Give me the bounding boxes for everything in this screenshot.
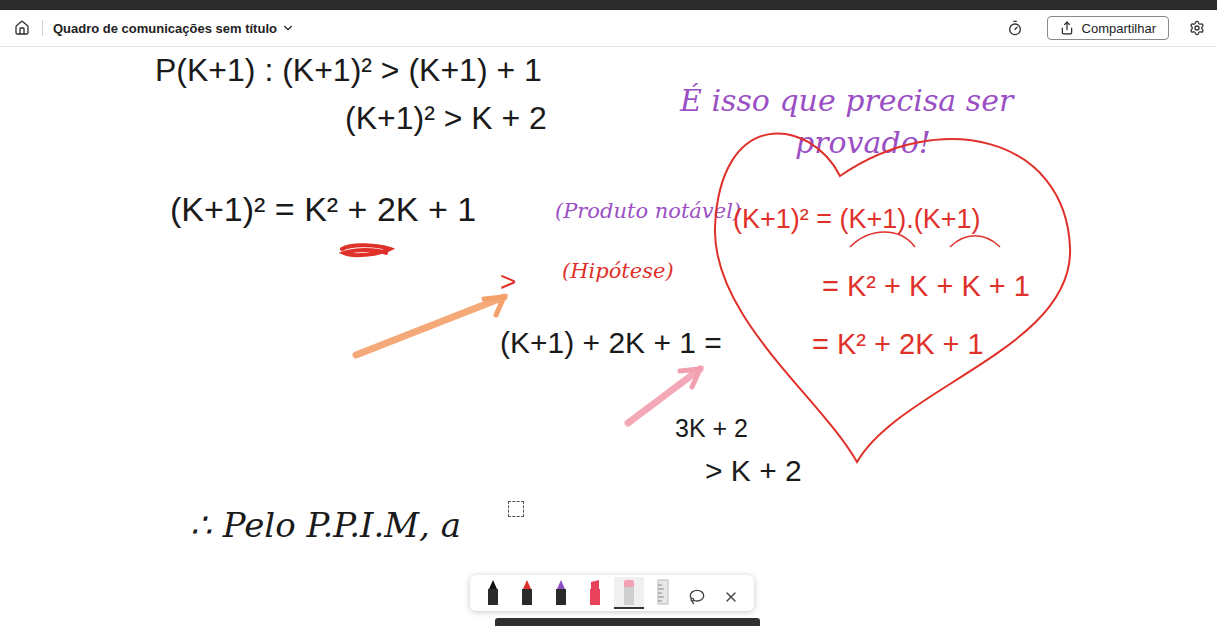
- ruler-tool[interactable]: [648, 577, 678, 609]
- handwritten-text[interactable]: ∴ Pelo P.P.I.M, a: [190, 505, 461, 546]
- board-title-text: Quadro de comunicações sem título: [53, 21, 277, 36]
- handwritten-text[interactable]: >: [500, 265, 516, 299]
- handwritten-text[interactable]: > K + 2: [705, 453, 802, 489]
- pen-icon: [520, 579, 534, 605]
- handwritten-text[interactable]: É isso que precisa ser: [680, 83, 1013, 119]
- divider: [42, 20, 43, 36]
- whiteboard-app: Quadro de comunicações sem título Compart…: [0, 0, 1217, 626]
- handwritten-text[interactable]: (Produto notável): [555, 199, 741, 224]
- handwritten-text[interactable]: (K+1)² = (K+1).(K+1): [733, 203, 981, 235]
- board-title[interactable]: Quadro de comunicações sem título: [53, 21, 295, 36]
- timer-icon: [1007, 20, 1023, 36]
- settings-button[interactable]: [1187, 18, 1207, 38]
- highlighter-icon: [588, 579, 602, 605]
- title-strip: [0, 0, 1217, 10]
- lasso-icon: [689, 589, 705, 605]
- pen-icon: [486, 579, 500, 605]
- ruler-icon: [656, 579, 670, 605]
- chevron-down-icon: [281, 21, 295, 35]
- share-button[interactable]: Compartilhar: [1047, 16, 1169, 40]
- home-icon: [14, 20, 30, 36]
- pen-tool[interactable]: [478, 577, 508, 609]
- pen-tool[interactable]: [546, 577, 576, 609]
- handwritten-text[interactable]: = K² + K + K + 1: [822, 269, 1030, 304]
- handwritten-text[interactable]: (Hipótese): [562, 259, 674, 284]
- eraser-icon: [622, 579, 636, 605]
- arrow-drawing[interactable]: [350, 291, 510, 361]
- selection-box[interactable]: [508, 501, 524, 517]
- handwritten-text[interactable]: (K+1) + 2K + 1 =: [500, 325, 722, 361]
- handwritten-text[interactable]: (K+1)² = K² + 2K + 1: [170, 189, 476, 230]
- bottom-bar: [495, 618, 760, 626]
- close-tool[interactable]: [716, 577, 746, 609]
- eraser-tool[interactable]: [614, 577, 644, 609]
- gear-icon: [1189, 20, 1205, 36]
- timer-button[interactable]: [1005, 18, 1025, 38]
- header: Quadro de comunicações sem título Compart…: [0, 10, 1217, 47]
- handwritten-text[interactable]: (K+1)² > K + 2: [345, 99, 547, 137]
- handwritten-text[interactable]: = K² + 2K + 1: [812, 327, 984, 362]
- handwritten-text[interactable]: provado!: [795, 125, 931, 161]
- handwritten-text[interactable]: 3K + 2: [675, 413, 748, 443]
- highlighter-tool[interactable]: [580, 577, 610, 609]
- home-button[interactable]: [12, 18, 32, 38]
- lasso-tool[interactable]: [682, 577, 712, 609]
- handwritten-text[interactable]: P(K+1) : (K+1)² > (K+1) + 1: [155, 51, 542, 89]
- share-label: Compartilhar: [1082, 21, 1156, 36]
- ink-toolbar: [470, 575, 754, 611]
- pen-tool[interactable]: [512, 577, 542, 609]
- canvas[interactable]: P(K+1) : (K+1)² > (K+1) + 1 (K+1)² > K + …: [0, 47, 1217, 626]
- scribble-drawing[interactable]: [338, 241, 394, 261]
- close-icon: [723, 589, 739, 605]
- share-icon: [1060, 21, 1074, 35]
- pen-icon: [554, 579, 568, 605]
